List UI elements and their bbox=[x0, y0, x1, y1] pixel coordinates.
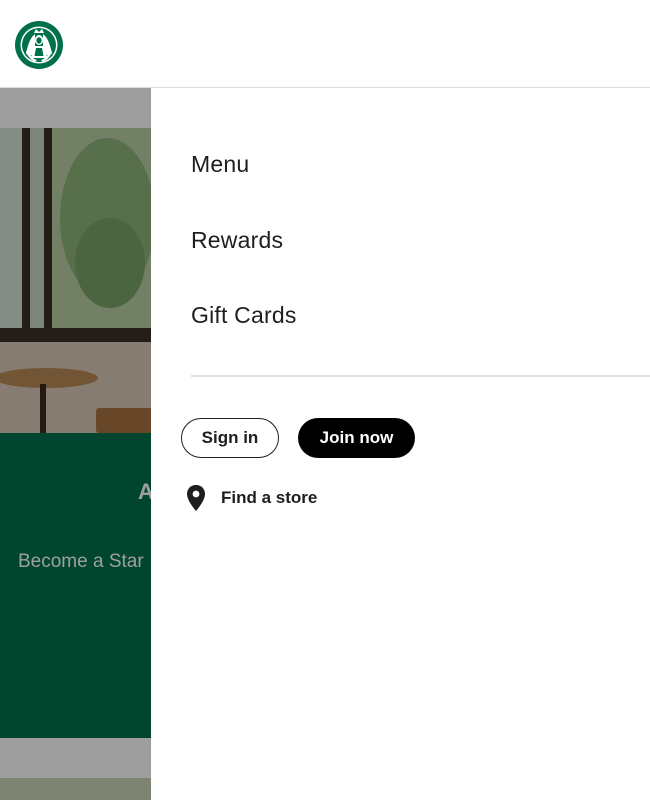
sign-in-button[interactable]: Sign in bbox=[181, 418, 279, 458]
starbucks-logo-icon[interactable] bbox=[14, 20, 64, 70]
drawer-divider bbox=[191, 375, 650, 377]
find-a-store-link[interactable]: Find a store bbox=[185, 483, 317, 513]
nav-item-rewards[interactable]: Rewards bbox=[191, 227, 283, 254]
nav-item-gift-cards[interactable]: Gift Cards bbox=[191, 302, 297, 329]
navigation-drawer: Menu Rewards Gift Cards Sign in Join now… bbox=[151, 89, 650, 800]
site-header bbox=[0, 0, 650, 88]
modal-overlay[interactable] bbox=[0, 88, 151, 800]
nav-item-menu[interactable]: Menu bbox=[191, 151, 249, 178]
find-a-store-label: Find a store bbox=[221, 488, 318, 507]
join-now-button[interactable]: Join now bbox=[298, 418, 415, 458]
location-pin-icon bbox=[187, 485, 205, 511]
